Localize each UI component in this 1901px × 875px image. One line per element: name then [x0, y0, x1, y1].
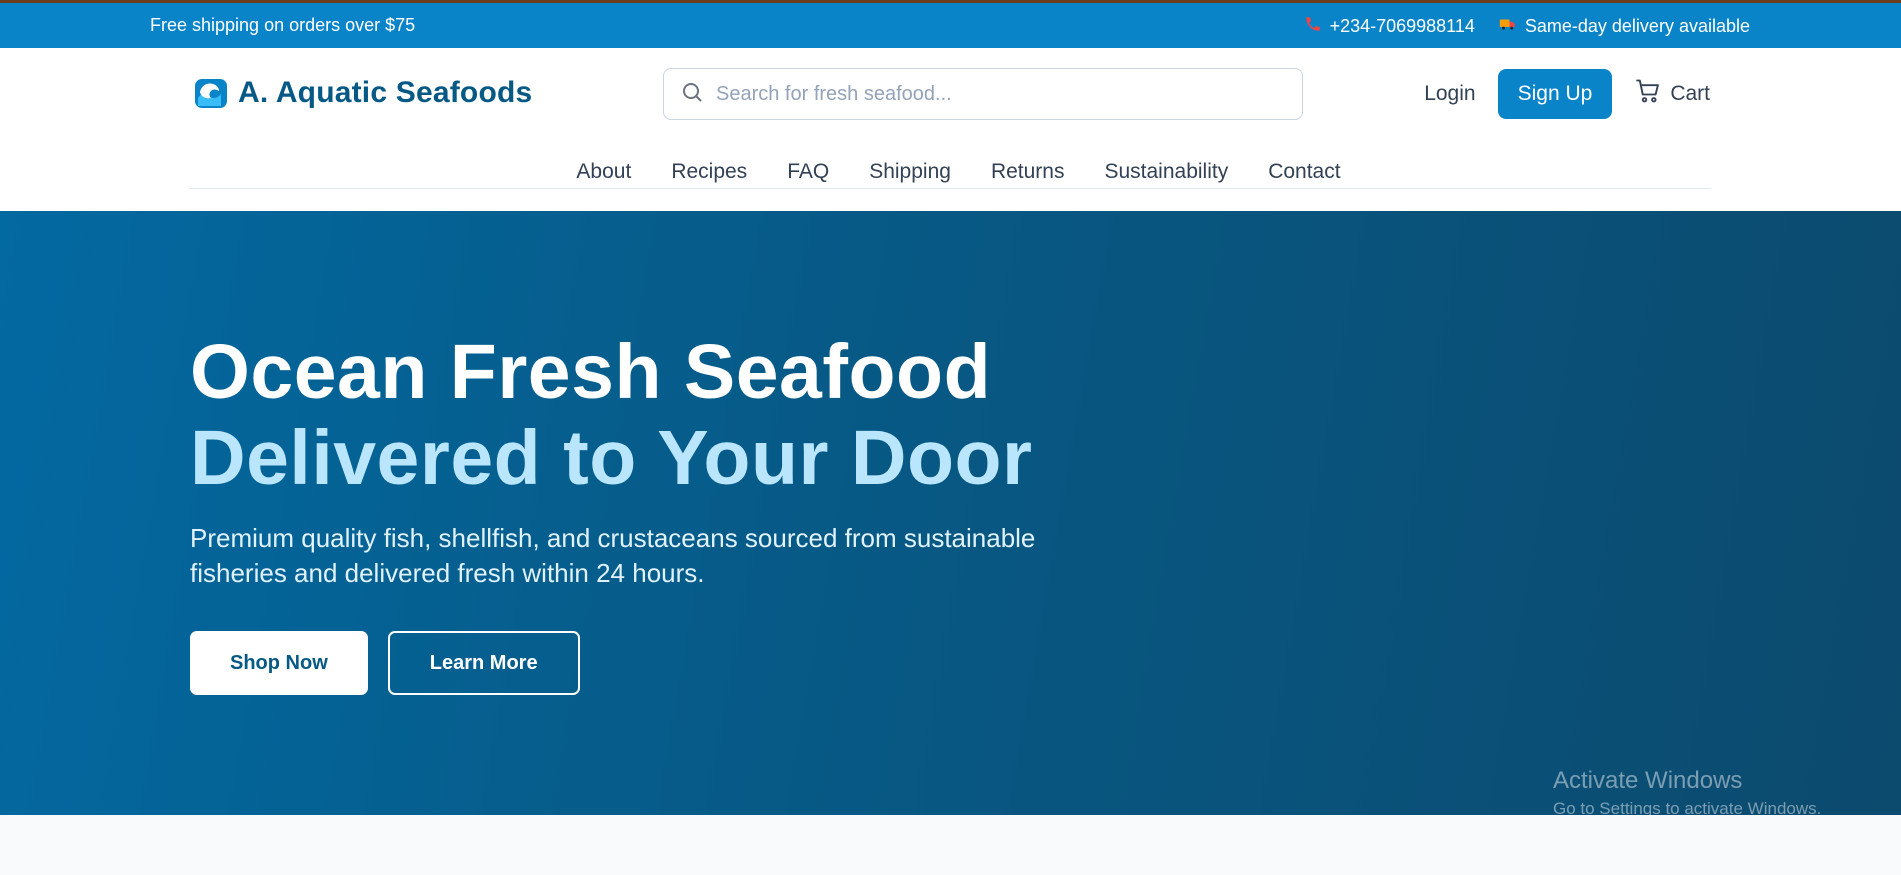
windows-activation-watermark: Activate Windows Go to Settings to activ…	[1553, 767, 1821, 819]
hero-title-line2: Delivered to Your Door	[190, 415, 1033, 501]
nav-item-shipping[interactable]: Shipping	[869, 160, 951, 184]
nav-item-about[interactable]: About	[576, 160, 631, 184]
search-icon	[680, 80, 704, 109]
phone-icon	[1304, 15, 1322, 38]
next-section	[0, 815, 1901, 875]
site-header: A. Aquatic Seafoods Login Sign Up Cart A…	[0, 48, 1901, 211]
phone-number: +234-7069988114	[1329, 16, 1475, 36]
hero-title: Ocean Fresh Seafood Delivered to Your Do…	[190, 329, 1032, 501]
free-shipping-text: Free shipping on orders over $75	[150, 15, 416, 35]
learn-more-button[interactable]: Learn More	[387, 631, 580, 695]
cart-icon	[1634, 77, 1662, 111]
search-input[interactable]	[716, 82, 1276, 106]
hero-title-line1: Ocean Fresh Seafood	[190, 329, 992, 415]
search-bar[interactable]	[663, 68, 1303, 120]
cart-button[interactable]: Cart	[1634, 77, 1710, 111]
wave-icon	[194, 76, 228, 110]
signup-button[interactable]: Sign Up	[1497, 69, 1613, 119]
nav-item-faq[interactable]: FAQ	[787, 160, 829, 184]
delivery-text: Same-day delivery available	[1524, 16, 1750, 36]
cart-label: Cart	[1670, 82, 1710, 105]
header-divider	[190, 188, 1711, 189]
hero-subtitle: Premium quality fish, shellfish, and cru…	[190, 523, 1036, 588]
main-nav: About Recipes FAQ Shipping Returns Susta…	[0, 160, 1901, 184]
shop-now-button[interactable]: Shop Now	[190, 631, 368, 695]
watermark-title: Activate Windows	[1553, 767, 1743, 794]
nav-item-sustainability[interactable]: Sustainability	[1104, 160, 1228, 184]
nav-item-contact[interactable]: Contact	[1268, 160, 1340, 184]
nav-item-returns[interactable]: Returns	[991, 160, 1065, 184]
phone-info[interactable]: +234-7069988114	[1304, 15, 1475, 38]
announcement-bar: Free shipping on orders over $75 +234-70…	[0, 0, 1901, 48]
login-button[interactable]: Login	[1424, 82, 1475, 106]
hero-section: Ocean Fresh Seafood Delivered to Your Do…	[0, 211, 1901, 818]
brand-name: A. Aquatic Seafoods	[238, 76, 533, 109]
truck-icon	[1499, 15, 1517, 38]
topbar-info: +234-7069988114 Same-day delivery availa…	[1304, 15, 1750, 38]
brand-logo-link[interactable]: A. Aquatic Seafoods	[194, 76, 532, 110]
nav-item-recipes[interactable]: Recipes	[671, 160, 747, 184]
delivery-info: Same-day delivery available	[1499, 15, 1750, 38]
hero-buttons: Shop Now Learn More	[190, 631, 580, 695]
account-actions: Login Sign Up Cart	[1424, 69, 1710, 119]
